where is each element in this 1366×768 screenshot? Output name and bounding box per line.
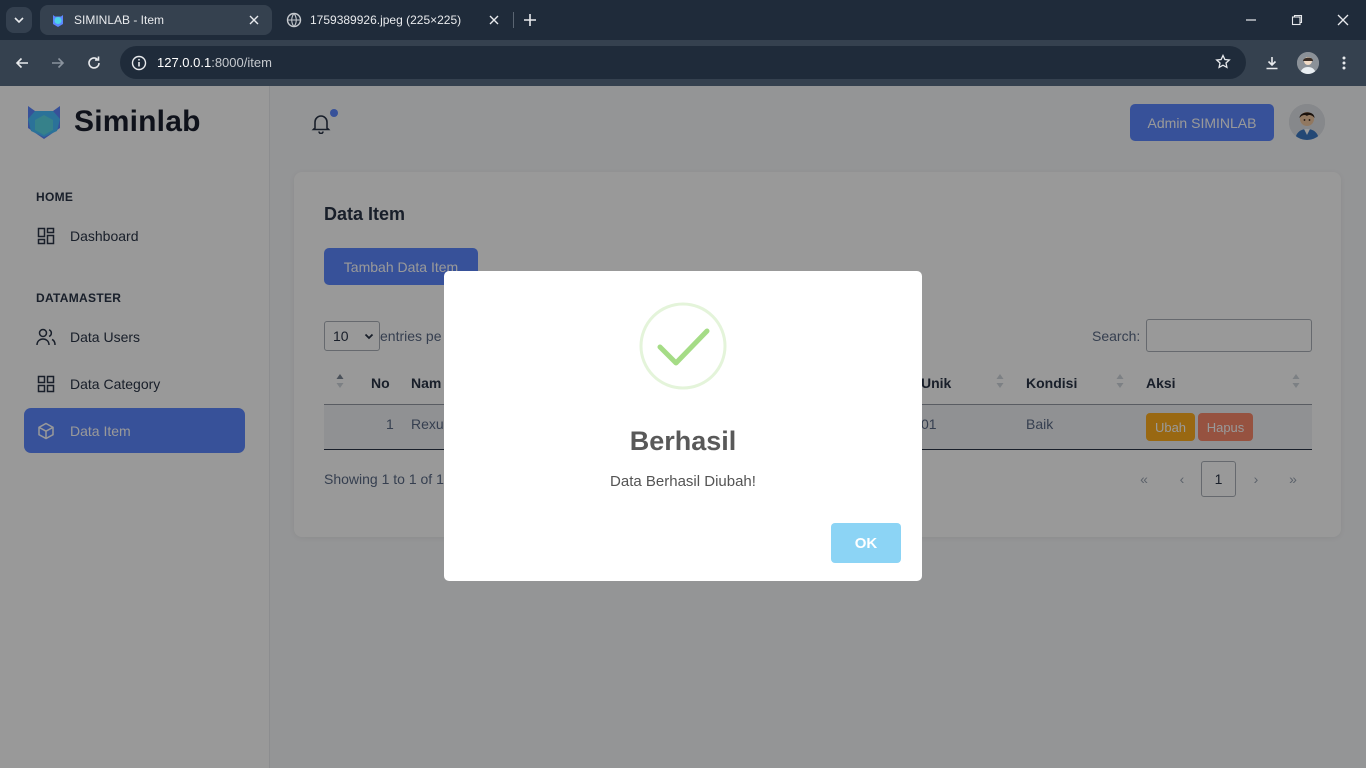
close-window-icon[interactable]: [1333, 10, 1353, 30]
reload-icon[interactable]: [83, 52, 105, 74]
site-info-icon[interactable]: [130, 54, 148, 72]
success-dialog: Berhasil Data Berhasil Diubah! OK: [444, 271, 922, 581]
browser-tab-strip: SIMINLAB - Item 1759389926.jpeg (225×225…: [0, 0, 1366, 40]
forward-arrow-icon[interactable]: [47, 52, 69, 74]
bookmark-star-icon[interactable]: [1214, 53, 1232, 71]
close-tab-icon[interactable]: [486, 12, 502, 28]
new-tab-plus-icon[interactable]: [520, 10, 540, 30]
tab-title: 1759389926.jpeg (225×225): [310, 13, 462, 27]
success-check-icon: [639, 302, 727, 390]
minimize-icon[interactable]: [1241, 10, 1261, 30]
dialog-title: Berhasil: [629, 426, 737, 456]
url-text: 127.0.0.1:8000/item: [157, 55, 272, 70]
chevron-down-icon: [14, 17, 24, 24]
ok-button[interactable]: OK: [831, 523, 901, 563]
browser-profile-avatar[interactable]: [1297, 52, 1319, 74]
restore-icon[interactable]: [1287, 10, 1307, 30]
siminlab-favicon: [50, 12, 66, 28]
download-icon[interactable]: [1261, 52, 1283, 74]
tab-separator: [513, 12, 514, 28]
back-arrow-icon[interactable]: [11, 52, 33, 74]
dialog-message: Data Berhasil Diubah!: [610, 473, 756, 490]
tab-siminlab-item[interactable]: SIMINLAB - Item: [40, 5, 272, 35]
globe-icon: [286, 12, 302, 28]
tab-title: SIMINLAB - Item: [74, 13, 165, 27]
browser-toolbar: 127.0.0.1:8000/item: [0, 40, 1366, 86]
tab-jpeg-image[interactable]: 1759389926.jpeg (225×225): [276, 5, 512, 35]
kebab-menu-icon[interactable]: [1333, 52, 1355, 74]
address-bar[interactable]: 127.0.0.1:8000/item: [120, 46, 1246, 79]
close-tab-icon[interactable]: [246, 12, 262, 28]
tab-search-button[interactable]: [6, 7, 32, 33]
